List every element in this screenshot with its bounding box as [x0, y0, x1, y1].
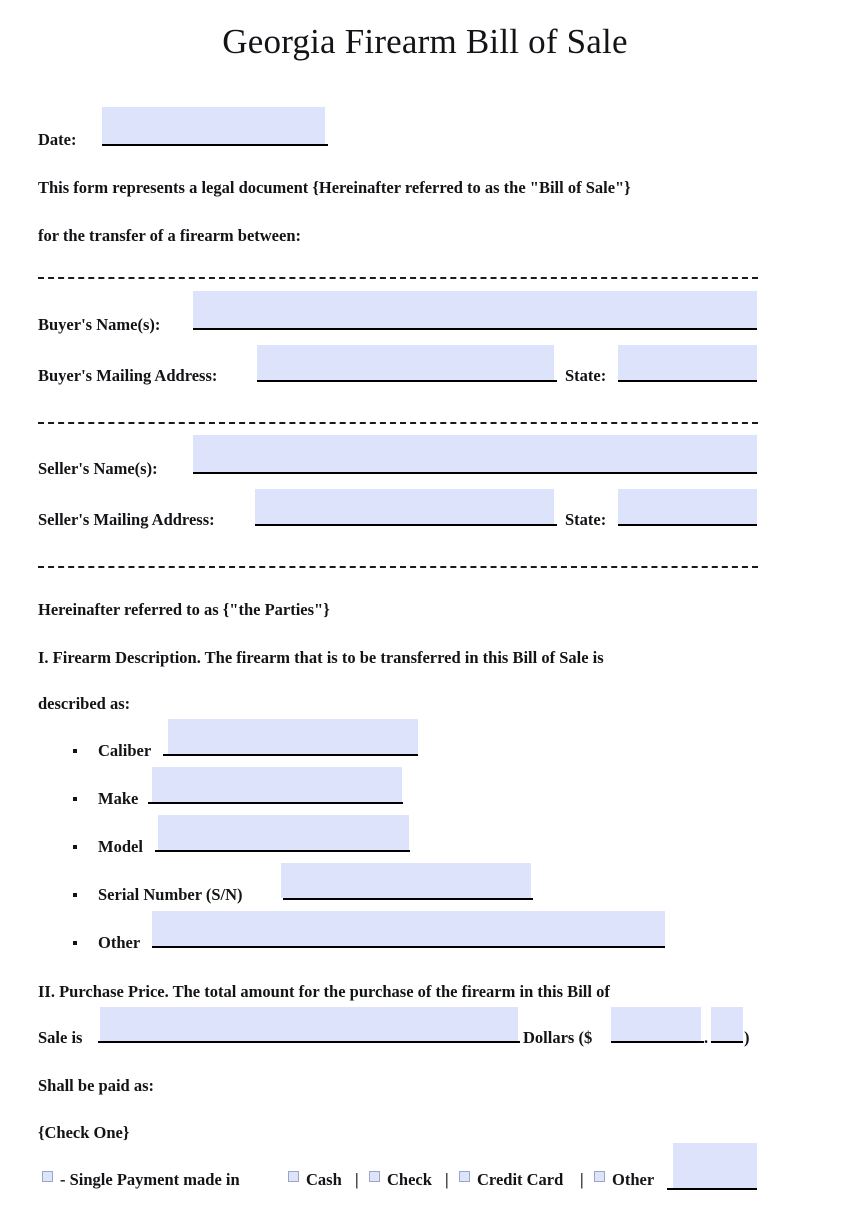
- payment-separator: |: [355, 1170, 359, 1189]
- buyer-address-field[interactable]: [257, 345, 554, 380]
- buyer-state-rule: [618, 380, 757, 382]
- bill-of-sale-document: Georgia Firearm Bill of Sale Date: This …: [0, 0, 850, 1224]
- payment-option-label-other: Other: [612, 1170, 655, 1189]
- checkbox-check[interactable]: [369, 1171, 380, 1182]
- checkbox-single-payment[interactable]: [42, 1171, 53, 1182]
- amount-dollars-field[interactable]: [611, 1007, 701, 1041]
- amount-words-rule: [98, 1041, 520, 1043]
- buyer-address-rule: [257, 380, 557, 382]
- list-bullet: [73, 941, 77, 945]
- date-field-rule: [102, 144, 328, 146]
- section-two-heading: II. Purchase Price.: [38, 982, 173, 1001]
- other-description-rule: [152, 946, 665, 948]
- seller-state-rule: [618, 524, 757, 526]
- parties-note: Hereinafter referred to as {"the Parties…: [38, 600, 330, 619]
- serial-number-field[interactable]: [281, 863, 531, 898]
- section-one-heading-line: I. Firearm Description. The firearm that…: [38, 649, 604, 667]
- serial-number-label: Serial Number (S/N): [98, 885, 243, 904]
- seller-name-rule: [193, 472, 757, 474]
- payment-separator: |: [580, 1170, 584, 1189]
- caliber-field[interactable]: [168, 719, 418, 754]
- date-field[interactable]: [102, 107, 325, 144]
- seller-address-field[interactable]: [255, 489, 554, 524]
- section-one-heading: I. Firearm Description.: [38, 648, 205, 667]
- section-two-body-line-1: The total amount for the purchase of the…: [172, 982, 610, 1001]
- buyer-state-field[interactable]: [618, 345, 757, 380]
- separator-top: [38, 277, 758, 279]
- caliber-label: Caliber: [98, 741, 152, 760]
- make-rule: [148, 802, 403, 804]
- other-description-label: Other: [98, 933, 141, 952]
- buyer-name-rule: [193, 328, 757, 330]
- checkbox-cash[interactable]: [288, 1171, 299, 1182]
- model-label: Model: [98, 837, 143, 856]
- checkbox-other[interactable]: [594, 1171, 605, 1182]
- list-bullet: [73, 893, 77, 897]
- seller-state-label: State:: [565, 510, 607, 529]
- payment-separator: |: [445, 1170, 449, 1189]
- dollars-label: Dollars ($: [523, 1028, 593, 1047]
- other-description-field[interactable]: [152, 911, 665, 946]
- buyer-state-label: State:: [565, 366, 607, 385]
- seller-state-field[interactable]: [618, 489, 757, 524]
- amount-dollars-rule: [611, 1041, 704, 1043]
- model-field[interactable]: [158, 815, 409, 850]
- decimal-separator: .: [704, 1028, 709, 1047]
- sale-is-label: Sale is: [38, 1028, 83, 1047]
- payment-other-rule: [667, 1188, 757, 1190]
- shall-be-paid-label: Shall be paid as:: [38, 1076, 154, 1095]
- seller-name-field[interactable]: [193, 435, 757, 472]
- list-bullet: [73, 749, 77, 753]
- payment-other-field[interactable]: [673, 1143, 757, 1188]
- model-rule: [155, 850, 410, 852]
- amount-cents-rule: [711, 1041, 743, 1043]
- seller-name-label: Seller's Name(s):: [38, 459, 158, 478]
- payment-option-label-cash: Cash: [306, 1170, 342, 1189]
- section-one-body-line-2: described as:: [38, 694, 131, 713]
- serial-number-rule: [283, 898, 533, 900]
- payment-option-label-credit-card: Credit Card: [477, 1170, 564, 1189]
- date-label: Date:: [38, 130, 77, 149]
- buyer-name-field[interactable]: [193, 291, 757, 328]
- make-label: Make: [98, 789, 139, 808]
- make-field[interactable]: [152, 767, 402, 802]
- payment-option-label-check: Check: [387, 1170, 432, 1189]
- amount-cents-field[interactable]: [711, 1007, 743, 1041]
- separator-bottom: [38, 566, 758, 568]
- check-one-label: {Check One}: [38, 1123, 130, 1142]
- seller-address-label: Seller's Mailing Address:: [38, 510, 215, 529]
- separator-middle: [38, 422, 758, 424]
- section-one-body-line-1: The firearm that is to be transferred in…: [204, 648, 604, 667]
- buyer-name-label: Buyer's Name(s):: [38, 315, 161, 334]
- amount-words-field[interactable]: [100, 1007, 518, 1041]
- checkbox-credit-card[interactable]: [459, 1171, 470, 1182]
- single-payment-label: - Single Payment made in: [60, 1170, 240, 1189]
- seller-address-rule: [255, 524, 557, 526]
- list-bullet: [73, 797, 77, 801]
- close-paren: ): [744, 1028, 750, 1047]
- intro-line-2: for the transfer of a firearm between:: [38, 226, 301, 245]
- list-bullet: [73, 845, 77, 849]
- section-two-heading-line: II. Purchase Price. The total amount for…: [38, 983, 610, 1001]
- caliber-rule: [163, 754, 418, 756]
- page-title: Georgia Firearm Bill of Sale: [222, 22, 628, 61]
- intro-line-1: This form represents a legal document {H…: [38, 178, 631, 197]
- buyer-address-label: Buyer's Mailing Address:: [38, 366, 218, 385]
